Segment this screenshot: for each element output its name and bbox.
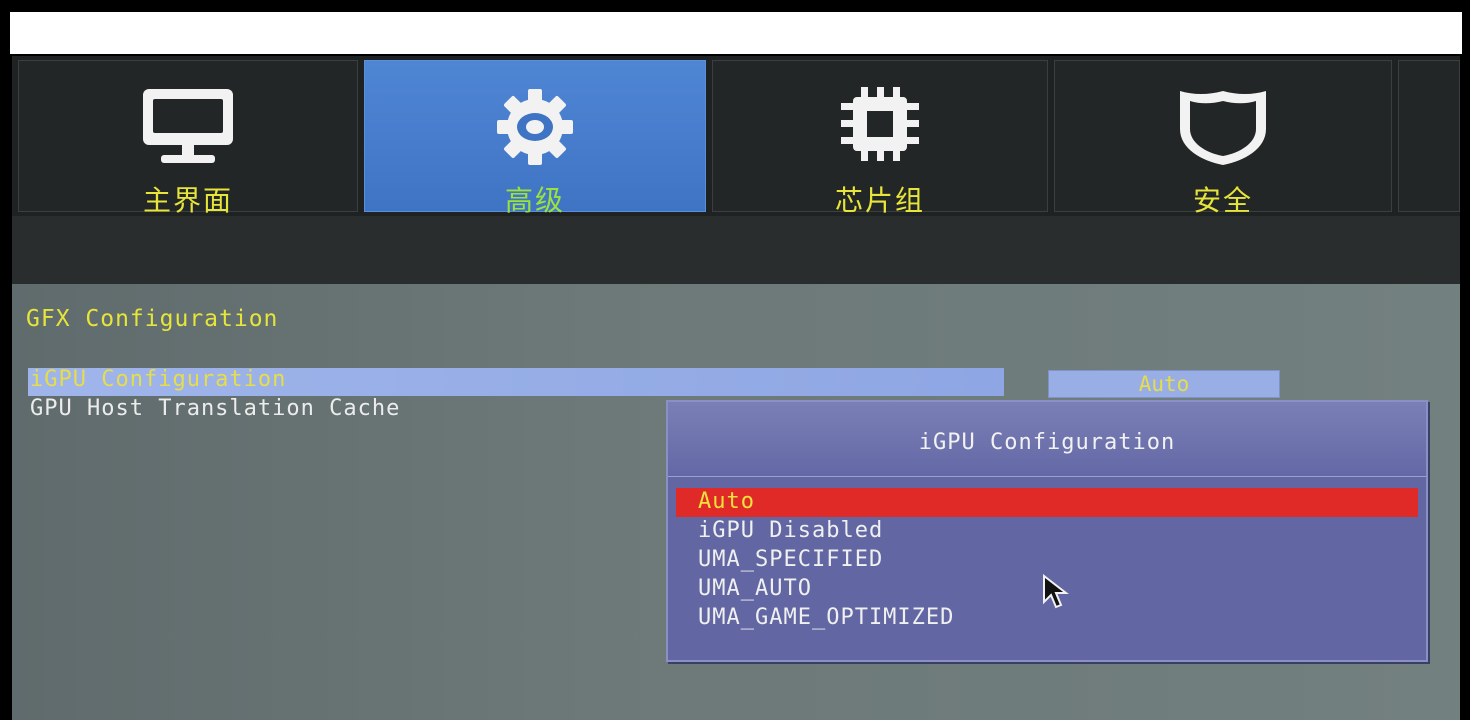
chip-icon [841,87,919,161]
tab-main[interactable]: 主界面 [18,60,358,217]
monitor-icon [143,89,233,163]
tab-advanced-label: 高级 [504,184,565,217]
tab-security-label: 安全 [1192,184,1253,217]
igpu-configuration-value[interactable]: Auto [1048,370,1280,398]
gear-icon [497,89,573,165]
mouse-cursor-icon [1043,574,1069,609]
tab-advanced[interactable]: 高级 [364,60,706,217]
tab-security[interactable]: 安全 [1054,60,1392,217]
tab-next-partial[interactable] [1398,60,1460,212]
bios-screen: 主界面 高级 芯片组 安全 GFX Configuration iGPU Con… [12,56,1460,720]
gpu-host-translation-cache-label[interactable]: GPU Host Translation Cache [30,396,400,421]
option-auto[interactable]: Auto [676,488,1418,517]
tab-chipset[interactable]: 芯片组 [712,60,1048,217]
tab-bar: 主界面 高级 芯片组 安全 [12,56,1460,217]
tab-main-label: 主界面 [142,184,233,217]
sub-header-bar [12,216,1460,284]
photo-frame: 主界面 高级 芯片组 安全 GFX Configuration iGPU Con… [0,0,1470,720]
tab-chipset-label: 芯片组 [834,184,925,217]
option-igpu-disabled[interactable]: iGPU Disabled [676,517,1418,546]
top-white-bar [10,12,1462,54]
section-title: GFX Configuration [26,306,279,332]
shield-icon [1180,91,1266,165]
igpu-configuration-label[interactable]: iGPU Configuration [30,367,286,392]
option-uma-specified[interactable]: UMA_SPECIFIED [676,546,1418,575]
options-popup: iGPU Configuration Auto iGPU Disabled UM… [666,400,1428,662]
popup-title: iGPU Configuration [918,430,1176,455]
popup-header: iGPU Configuration [668,402,1426,477]
